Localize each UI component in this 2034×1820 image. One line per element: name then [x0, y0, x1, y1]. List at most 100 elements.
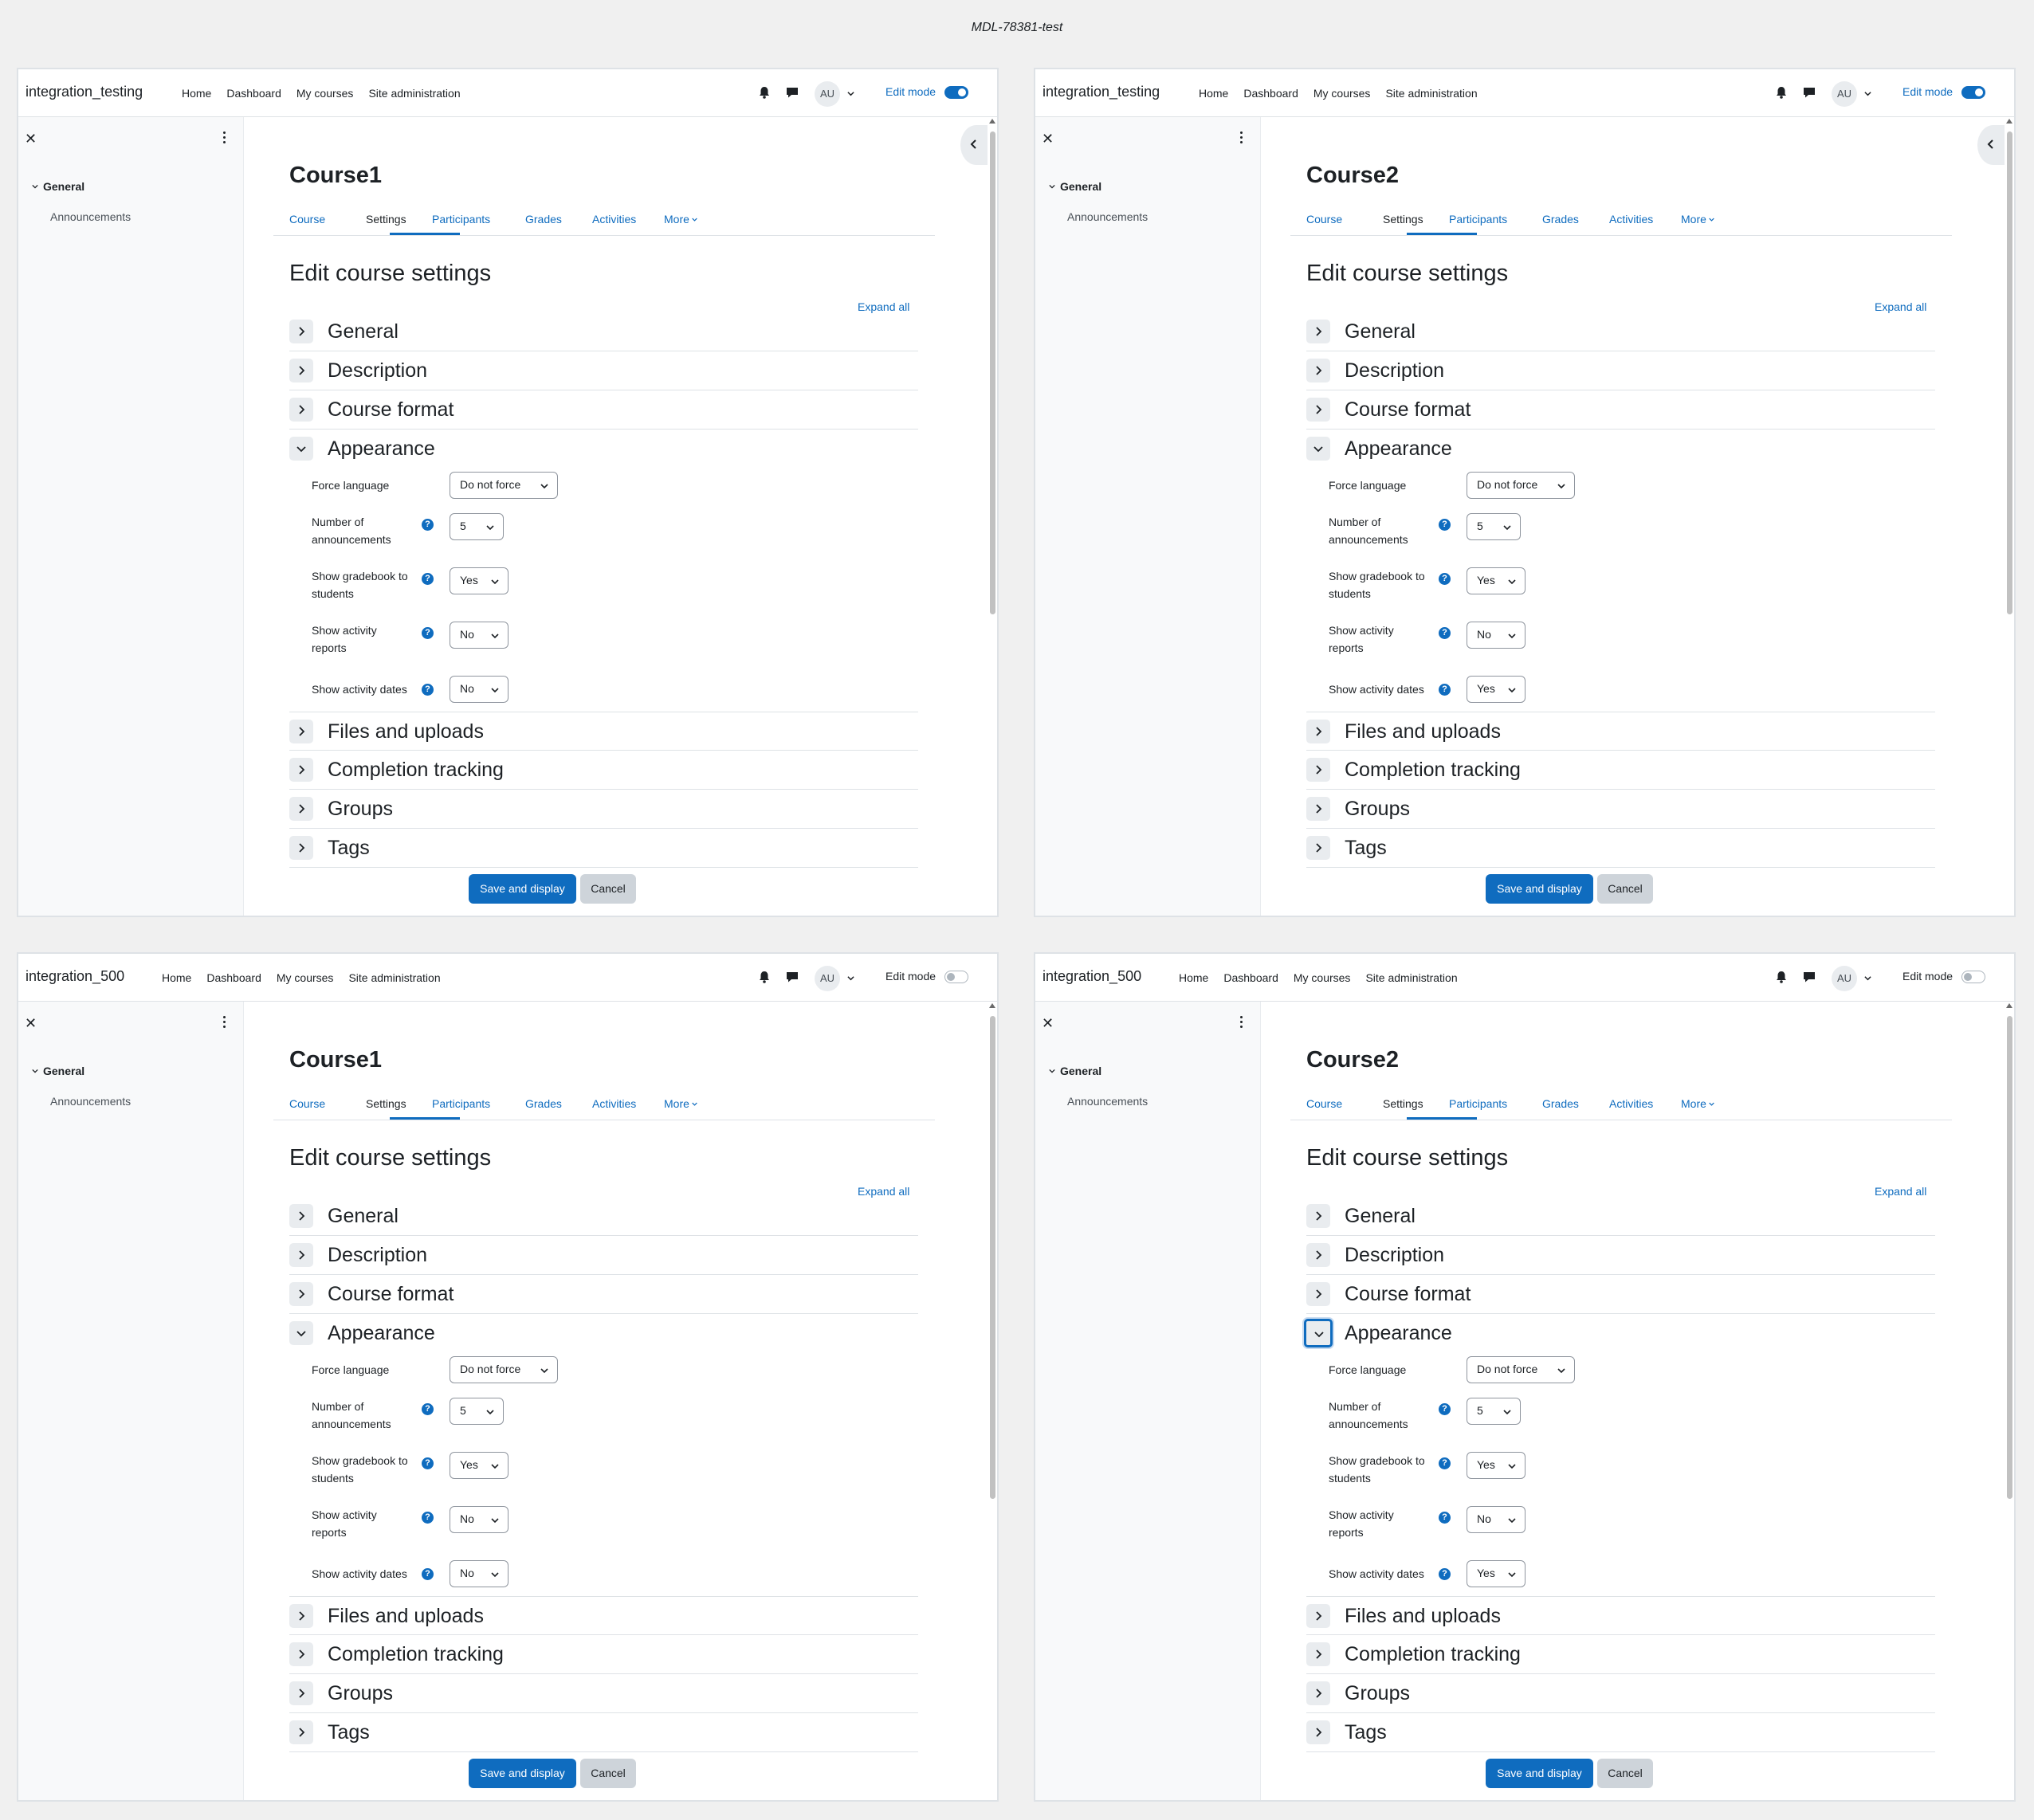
section-label[interactable]: Course format	[1345, 1283, 1471, 1306]
nav-home[interactable]: Home	[1199, 87, 1228, 100]
expand-all-link[interactable]: Expand all	[1875, 300, 1926, 313]
tab-more[interactable]: More	[1681, 213, 1714, 226]
help-icon[interactable]: ?	[422, 1403, 434, 1415]
tab-grades[interactable]: Grades	[1542, 1097, 1579, 1110]
drawer-section-general[interactable]: General	[1049, 180, 1101, 193]
number-of-announcements-select[interactable]: 5	[1467, 513, 1521, 540]
nav-home[interactable]: Home	[162, 971, 191, 984]
section-label[interactable]: Description	[328, 1244, 427, 1267]
section-toggle[interactable]	[1306, 1243, 1330, 1267]
site-name[interactable]: integration_testing	[1043, 84, 1160, 100]
chevron-down-icon[interactable]	[847, 90, 854, 97]
number-of-announcements-select[interactable]: 5	[450, 1398, 504, 1425]
bell-icon[interactable]	[1774, 970, 1789, 984]
help-icon[interactable]: ?	[1439, 1568, 1451, 1580]
tab-more[interactable]: More	[664, 213, 697, 226]
help-icon[interactable]: ?	[422, 519, 434, 531]
section-label[interactable]: Groups	[328, 798, 393, 821]
cancel-button[interactable]: Cancel	[580, 1759, 636, 1788]
nav-dashboard[interactable]: Dashboard	[226, 87, 281, 100]
drawer-item-announcements[interactable]: Announcements	[50, 210, 131, 223]
tab-settings[interactable]: Settings	[1383, 1097, 1423, 1110]
show-activity-dates-select[interactable]: No	[450, 676, 508, 703]
bell-icon[interactable]	[1774, 85, 1789, 100]
section-toggle[interactable]	[1306, 320, 1330, 343]
section-label[interactable]: Files and uploads	[328, 1605, 484, 1628]
help-icon[interactable]: ?	[1439, 627, 1451, 639]
section-label[interactable]: Tags	[1345, 837, 1387, 860]
scroll-up-arrow-icon[interactable]	[2006, 119, 2012, 124]
avatar[interactable]: AU	[815, 966, 840, 991]
show-activity-reports-select[interactable]: No	[1467, 1506, 1526, 1533]
help-icon[interactable]: ?	[1439, 519, 1451, 531]
tab-activities[interactable]: Activities	[1609, 1097, 1653, 1110]
message-icon[interactable]	[1802, 970, 1816, 984]
tab-grades[interactable]: Grades	[525, 1097, 562, 1110]
show-activity-reports-select[interactable]: No	[450, 1506, 508, 1533]
help-icon[interactable]: ?	[422, 1568, 434, 1580]
section-toggle[interactable]	[289, 320, 313, 343]
section-label[interactable]: Groups	[328, 1682, 393, 1705]
save-and-display-button[interactable]: Save and display	[1486, 1759, 1593, 1788]
help-icon[interactable]: ?	[422, 573, 434, 585]
tab-settings[interactable]: Settings	[366, 1097, 406, 1110]
tab-participants[interactable]: Participants	[432, 213, 490, 226]
show-gradebook-select[interactable]: Yes	[1467, 1452, 1526, 1479]
chevron-down-icon[interactable]	[847, 975, 854, 982]
section-label[interactable]: Description	[328, 359, 427, 382]
show-activity-reports-select[interactable]: No	[450, 622, 508, 649]
cancel-button[interactable]: Cancel	[1597, 1759, 1653, 1788]
section-label[interactable]: Completion tracking	[1345, 759, 1521, 782]
tab-course[interactable]: Course	[289, 213, 325, 226]
section-label[interactable]: Completion tracking	[328, 1643, 504, 1666]
show-gradebook-select[interactable]: Yes	[1467, 567, 1526, 594]
help-icon[interactable]: ?	[1439, 1457, 1451, 1469]
number-of-announcements-select[interactable]: 5	[450, 513, 504, 540]
section-toggle[interactable]	[1306, 398, 1330, 422]
section-label[interactable]: Appearance	[1345, 1322, 1452, 1345]
drawer-section-general[interactable]: General	[1049, 1065, 1101, 1077]
show-activity-dates-select[interactable]: Yes	[1467, 676, 1526, 703]
section-label[interactable]: Groups	[1345, 798, 1410, 821]
section-toggle[interactable]	[1306, 1604, 1330, 1628]
section-toggle[interactable]	[1306, 1681, 1330, 1705]
scrollbar-thumb[interactable]	[2007, 1016, 2012, 1499]
message-icon[interactable]	[785, 970, 799, 984]
nav-dashboard[interactable]: Dashboard	[206, 971, 261, 984]
scrollbar-thumb[interactable]	[990, 1016, 995, 1499]
section-label[interactable]: Description	[1345, 1244, 1444, 1267]
tab-course[interactable]: Course	[1306, 213, 1342, 226]
nav-my-courses[interactable]: My courses	[1294, 971, 1351, 984]
nav-dashboard[interactable]: Dashboard	[1223, 971, 1278, 984]
section-label[interactable]: Tags	[1345, 1721, 1387, 1744]
scroll-up-arrow-icon[interactable]	[989, 1003, 995, 1008]
section-toggle[interactable]	[289, 758, 313, 782]
section-label[interactable]: Files and uploads	[328, 720, 484, 743]
scrollbar-thumb[interactable]	[990, 131, 995, 614]
section-label[interactable]: Completion tracking	[328, 759, 504, 782]
show-gradebook-select[interactable]: Yes	[450, 1452, 508, 1479]
help-icon[interactable]: ?	[422, 627, 434, 639]
section-label[interactable]: Description	[1345, 359, 1444, 382]
help-icon[interactable]: ?	[422, 684, 434, 696]
tab-participants[interactable]: Participants	[1449, 1097, 1507, 1110]
tab-settings[interactable]: Settings	[366, 213, 406, 226]
message-icon[interactable]	[785, 85, 799, 100]
site-name[interactable]: integration_500	[1043, 968, 1141, 985]
bell-icon[interactable]	[757, 970, 772, 984]
scroll-up-arrow-icon[interactable]	[2006, 1003, 2012, 1008]
kebab-menu-icon[interactable]	[223, 1016, 226, 1030]
scroll-up-arrow-icon[interactable]	[989, 119, 995, 124]
save-and-display-button[interactable]: Save and display	[1486, 874, 1593, 904]
tab-grades[interactable]: Grades	[1542, 213, 1579, 226]
force-language-select[interactable]: Do not force	[450, 472, 558, 499]
nav-my-courses[interactable]: My courses	[296, 87, 354, 100]
section-toggle[interactable]	[289, 720, 313, 743]
expand-all-link[interactable]: Expand all	[858, 300, 909, 313]
tab-activities[interactable]: Activities	[592, 213, 636, 226]
force-language-select[interactable]: Do not force	[1467, 472, 1575, 499]
force-language-select[interactable]: Do not force	[450, 1356, 558, 1383]
edit-mode-toggle[interactable]	[944, 971, 968, 983]
section-toggle[interactable]	[1306, 1642, 1330, 1666]
section-label[interactable]: Appearance	[1345, 437, 1452, 461]
